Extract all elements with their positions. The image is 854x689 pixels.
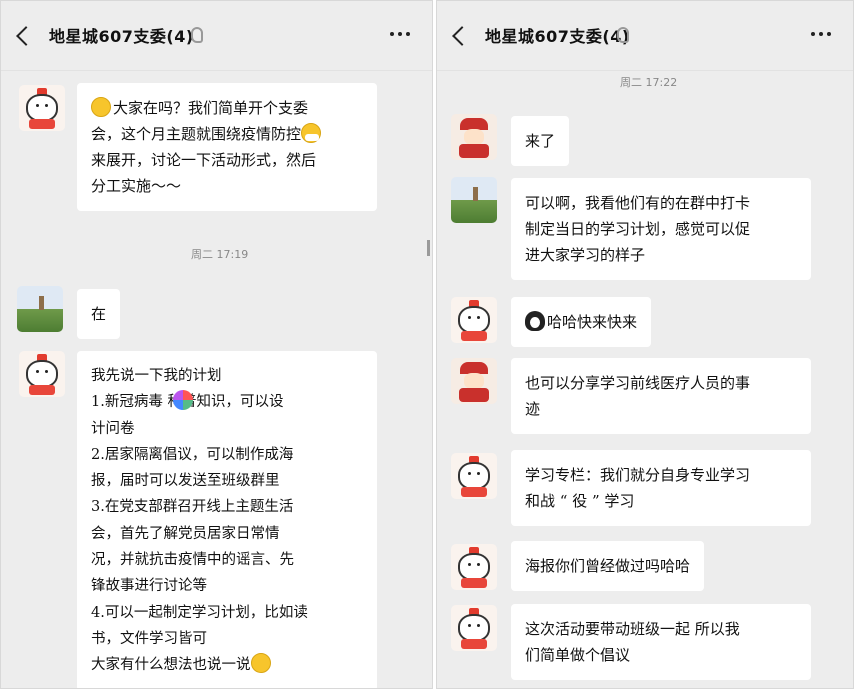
chat-header: 地星城607支委(4) — [437, 1, 853, 71]
message-bubble[interactable]: 大家在吗？我们简单开个支委 会，这个月主题就围绕疫情防控 来展开，讨论一下活动形… — [77, 83, 377, 211]
chevron-left-icon[interactable] — [452, 26, 472, 46]
smile-emoji-icon — [250, 653, 271, 674]
chevron-left-icon[interactable] — [16, 26, 36, 46]
chat-window-right: 地星城607支委(4) 周二 17:22 来了 可以啊，我看他们有的在群中打卡 … — [436, 0, 854, 689]
message-bubble[interactable]: 哈哈快来快来 — [511, 297, 652, 347]
avatar[interactable] — [451, 544, 497, 590]
message-bubble[interactable]: 海报你们曾经做过吗哈哈 — [511, 541, 705, 591]
scrollbar[interactable] — [427, 240, 430, 256]
avatar[interactable] — [19, 351, 65, 397]
penguin-emoji-icon — [525, 311, 545, 331]
avatar[interactable] — [17, 286, 63, 332]
avatar[interactable] — [451, 358, 497, 404]
message-bubble[interactable]: 在 — [77, 289, 121, 339]
chat-header: 地星城607支委(4) — [1, 1, 432, 71]
message-bubble[interactable]: 学习专栏：我们就分自身专业学习 和战 “ 役 ” 学习 — [511, 450, 811, 526]
chat-title: 地星城607支委(4) — [485, 27, 630, 46]
ear-icon — [191, 27, 203, 43]
avatar[interactable] — [451, 177, 497, 223]
timestamp: 周二 17:19 — [191, 248, 249, 261]
chat-window-left: 地星城607支委(4) 大家在吗？我们简单开个支委 会，这个月主题就围绕疫情防控… — [0, 0, 433, 689]
message-bubble[interactable]: 来了 — [511, 116, 570, 166]
avatar[interactable] — [451, 605, 497, 651]
message-bubble[interactable]: 可以啊，我看他们有的在群中打卡 制定当日的学习计划，感觉可以促 进大家学习的样子 — [511, 178, 811, 280]
avatar[interactable] — [451, 297, 497, 343]
avatar[interactable] — [19, 85, 65, 131]
avatar[interactable] — [451, 453, 497, 499]
more-dots-icon[interactable] — [811, 32, 831, 36]
smile-emoji-icon — [91, 97, 111, 117]
avatar[interactable] — [451, 114, 497, 160]
message-bubble[interactable]: 我先说一下我的计划 1.新冠病毒 科普知识，可以设 计问卷 2.居家隔离倡议，可… — [77, 351, 377, 688]
timestamp: 周二 17:22 — [620, 76, 678, 89]
message-bubble[interactable]: 这次活动要带动班级一起 所以我 们简单做个倡议 — [511, 604, 811, 680]
chat-title: 地星城607支委(4) — [49, 27, 194, 46]
more-dots-icon[interactable] — [390, 32, 410, 36]
virus-emoji-icon — [173, 390, 193, 410]
mask-emoji-icon — [301, 123, 322, 143]
ear-icon — [617, 27, 629, 43]
message-bubble[interactable]: 也可以分享学习前线医疗人员的事 迹 — [511, 358, 811, 434]
